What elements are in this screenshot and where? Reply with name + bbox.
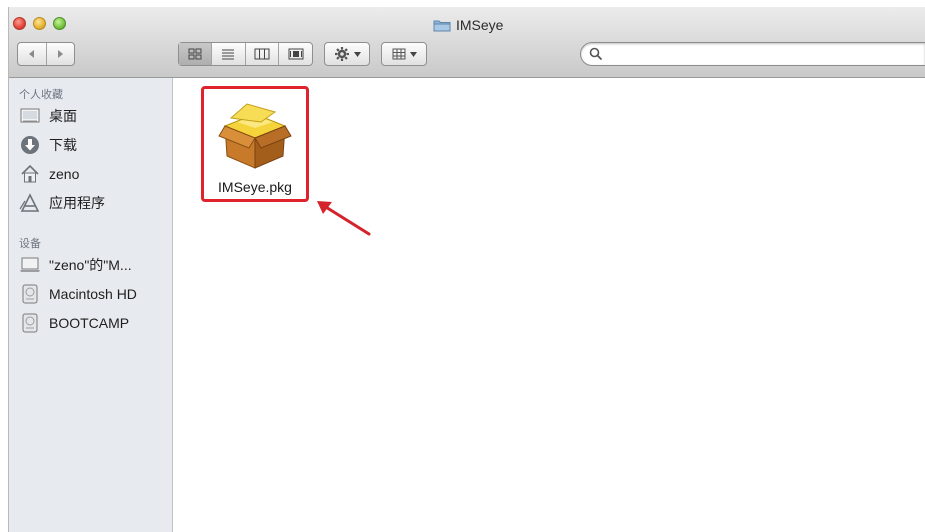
sidebar-item-home[interactable]: zeno xyxy=(19,161,79,187)
sidebar-item-laptop[interactable]: "zeno"的"M... xyxy=(19,252,132,278)
gear-icon xyxy=(334,47,349,61)
column-view-button[interactable] xyxy=(246,43,280,65)
downloads-icon xyxy=(19,135,41,155)
highlight-arrow-annotation xyxy=(317,201,371,236)
search-field[interactable] xyxy=(580,42,925,66)
action-menu-button[interactable] xyxy=(324,42,370,66)
devices-heading: 设备 xyxy=(19,238,41,250)
cover-flow-button[interactable] xyxy=(279,43,312,65)
arrange-menu-button[interactable] xyxy=(381,42,427,66)
sidebar-item-label: 下载 xyxy=(49,137,77,153)
close-window-button[interactable] xyxy=(13,17,26,30)
window-title: IMSeye xyxy=(433,16,503,34)
window-title-text: IMSeye xyxy=(456,17,504,33)
nav-buttons xyxy=(17,42,75,66)
sidebar-item-bootcamp[interactable]: BOOTCAMP xyxy=(19,310,129,336)
desktop-icon xyxy=(19,106,41,126)
minimize-window-button[interactable] xyxy=(33,17,46,30)
sidebar-item-label: BOOTCAMP xyxy=(49,315,130,331)
view-mode-control xyxy=(178,42,313,66)
forward-arrow-icon xyxy=(58,50,64,58)
applications-icon xyxy=(19,193,41,213)
sidebar-item-label: Macintosh HD xyxy=(49,286,137,302)
home-icon xyxy=(19,164,41,184)
search-icon xyxy=(589,47,603,61)
forward-button[interactable] xyxy=(47,43,75,65)
sidebar-item-downloads[interactable]: 下载 xyxy=(19,132,77,158)
arrange-grid-icon xyxy=(392,48,405,60)
icon-view-button[interactable] xyxy=(179,43,212,65)
sidebar-item-label: 桌面 xyxy=(49,108,77,124)
back-arrow-icon xyxy=(28,50,34,58)
zoom-window-button[interactable] xyxy=(53,17,66,30)
hard-disk-icon xyxy=(19,284,41,304)
finder-window: IMSeye 个人收藏 桌面 下载 zeno 应用程序 设备 "zeno"的"M… xyxy=(8,7,925,532)
chevron-down-icon xyxy=(353,51,361,57)
column-view-icon xyxy=(254,48,270,60)
list-view-button[interactable] xyxy=(212,43,246,65)
file-browser-content: IMSeye.pkg xyxy=(173,78,925,532)
file-name: IMSeye.pkg xyxy=(218,179,292,195)
sidebar-item-desktop[interactable]: 桌面 xyxy=(19,103,77,129)
package-icon xyxy=(218,103,292,169)
back-button[interactable] xyxy=(18,43,47,65)
sidebar: 个人收藏 桌面 下载 zeno 应用程序 设备 "zeno"的"M... Mac… xyxy=(9,78,173,532)
title-bar: IMSeye xyxy=(9,7,925,78)
laptop-icon xyxy=(19,255,41,275)
icon-view-icon xyxy=(188,48,202,60)
sidebar-item-macintosh-hd[interactable]: Macintosh HD xyxy=(19,281,137,307)
list-view-icon xyxy=(222,49,235,60)
cover-flow-icon xyxy=(288,48,304,60)
sidebar-item-label: 应用程序 xyxy=(49,195,105,211)
folder-icon xyxy=(433,19,451,32)
hard-disk-icon xyxy=(19,313,41,333)
sidebar-item-applications[interactable]: 应用程序 xyxy=(19,190,105,216)
sidebar-item-label: "zeno"的"M... xyxy=(49,257,132,273)
file-item-imseye-pkg[interactable]: IMSeye.pkg xyxy=(201,86,309,202)
favorites-heading: 个人收藏 xyxy=(19,89,63,101)
sidebar-item-label: zeno xyxy=(49,166,80,182)
search-input[interactable] xyxy=(607,45,925,63)
chevron-down-icon xyxy=(409,51,417,57)
